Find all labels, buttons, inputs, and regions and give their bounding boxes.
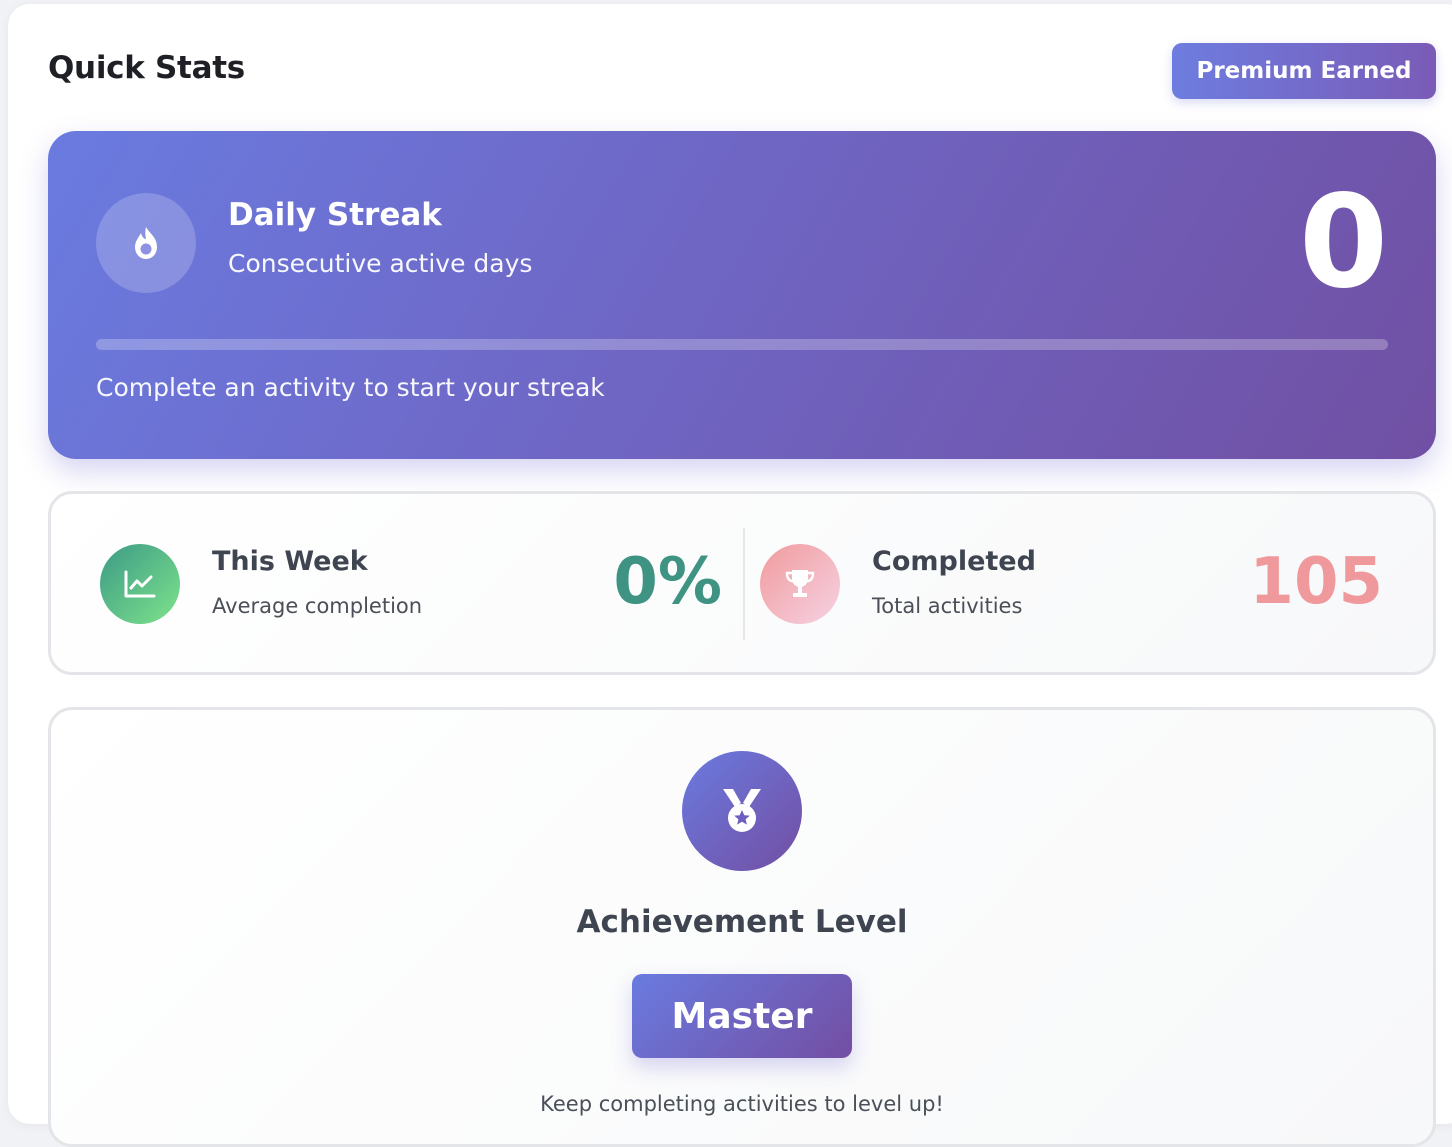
achievement-message: Keep completing activities to level up! <box>540 1092 944 1116</box>
streak-subtitle: Consecutive active days <box>228 249 533 278</box>
medal-icon <box>682 751 802 871</box>
completed-value: 105 <box>1249 545 1383 619</box>
completed-subtitle: Total activities <box>872 594 1023 618</box>
achievement-level-badge: Master <box>632 974 852 1058</box>
trophy-icon <box>760 544 840 624</box>
achievement-level-card: Achievement Level Master Keep completing… <box>48 707 1436 1147</box>
week-value: 0% <box>613 545 722 619</box>
streak-title: Daily Streak <box>228 197 442 233</box>
week-title: This Week <box>212 546 368 577</box>
streak-progress-bar <box>96 339 1388 350</box>
chart-line-icon <box>100 544 180 624</box>
streak-value: 0 <box>1298 168 1388 317</box>
premium-earned-badge[interactable]: Premium Earned <box>1172 43 1436 99</box>
page-title: Quick Stats <box>48 50 245 86</box>
streak-message: Complete an activity to start your strea… <box>96 373 605 402</box>
week-subtitle: Average completion <box>212 594 423 618</box>
stats-divider <box>743 528 745 640</box>
daily-streak-card: Daily Streak Consecutive active days 0 C… <box>48 131 1436 459</box>
flame-icon <box>96 193 196 293</box>
weekly-stats-card: This Week Average completion 0% Complete… <box>48 491 1436 675</box>
completed-title: Completed <box>872 546 1036 577</box>
achievement-title: Achievement Level <box>576 904 908 940</box>
